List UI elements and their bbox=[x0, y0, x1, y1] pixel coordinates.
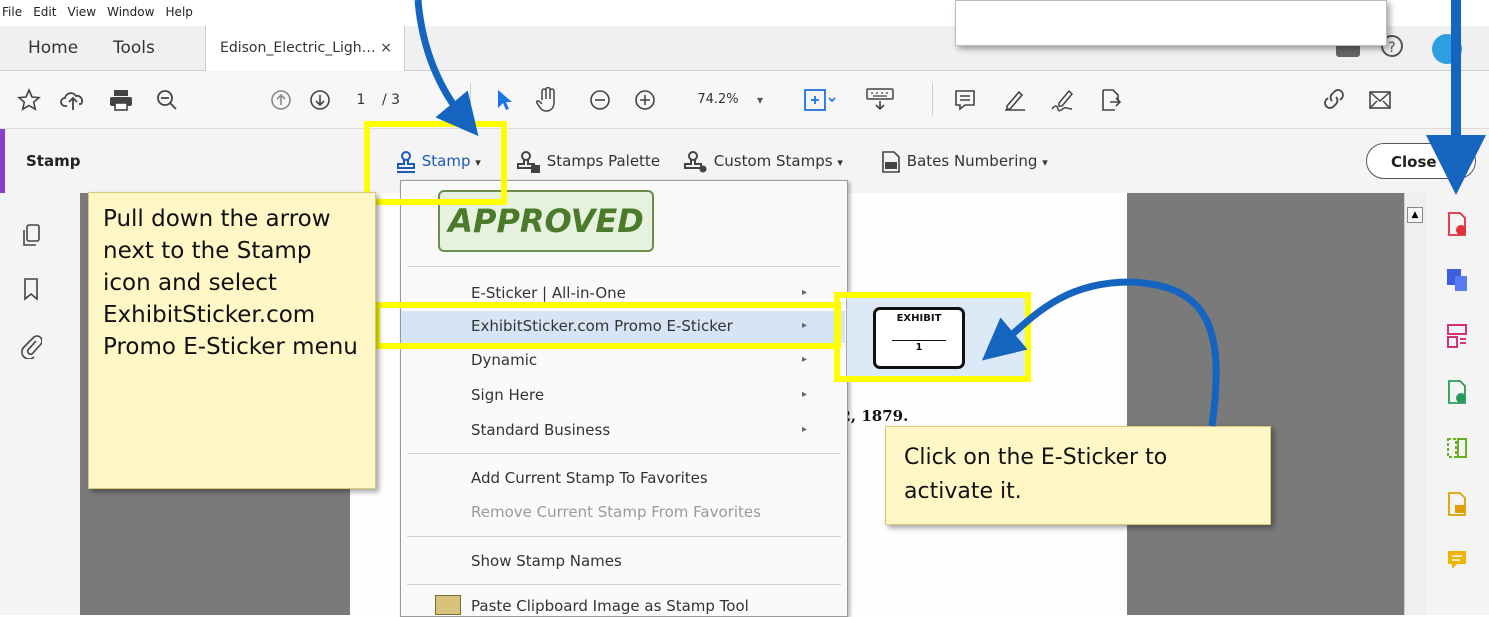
annotation-arrows bbox=[414, 0, 1486, 427]
arrow-to-stamp bbox=[414, 0, 479, 137]
arrow-to-sticker bbox=[981, 278, 1220, 427]
